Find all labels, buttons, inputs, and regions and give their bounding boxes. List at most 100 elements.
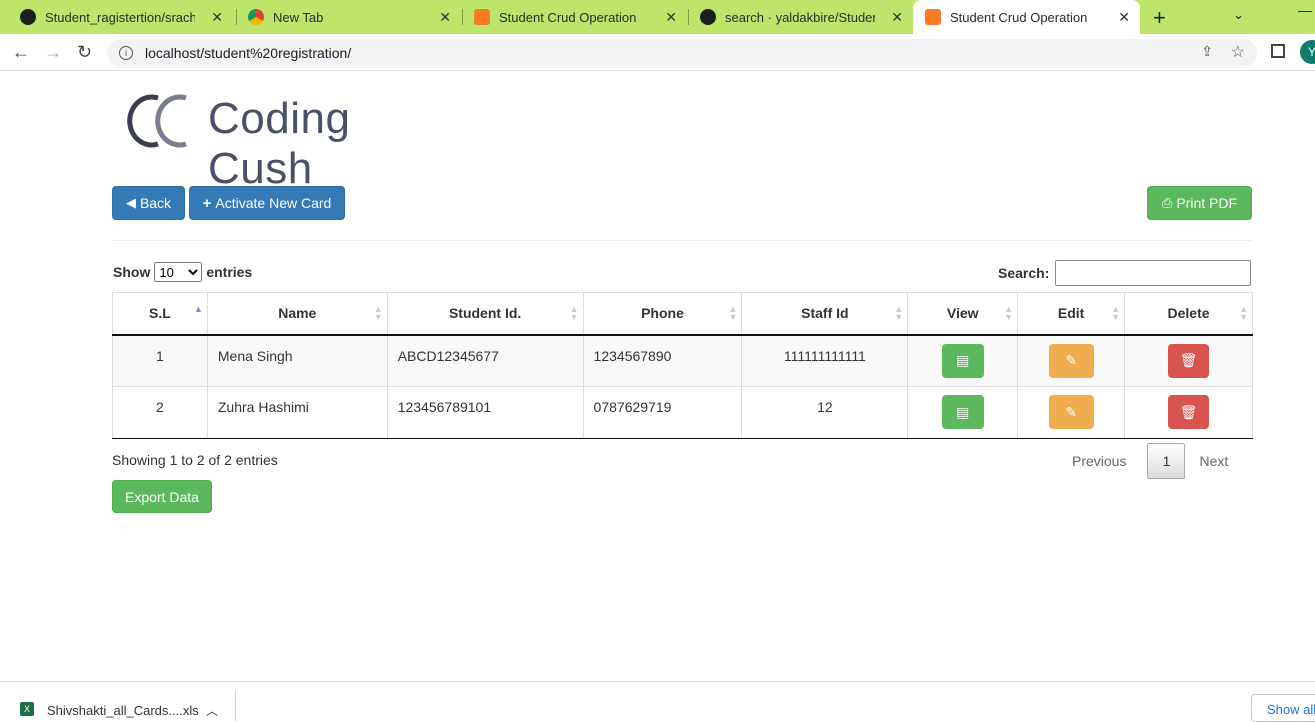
table-row: 2 Zuhra Hashimi 123456789101 0787629719 … xyxy=(112,386,1253,439)
activate-button-label: Activate New Card xyxy=(215,195,332,211)
new-tab-icon[interactable]: + xyxy=(1153,5,1166,31)
chrome-icon xyxy=(248,9,264,25)
column-header-phone[interactable]: Phone ▲ ▼ xyxy=(582,292,743,336)
id-card-icon: ▤ xyxy=(956,403,970,420)
id-card-icon: ▤ xyxy=(956,352,970,368)
chevron-up-icon[interactable]: ︿ xyxy=(206,702,218,719)
column-header-label: Delete xyxy=(1167,305,1210,322)
cell-view: ▤ xyxy=(907,334,1019,387)
sort-both-icon: ▲ ▼ xyxy=(569,304,579,322)
close-tab-icon[interactable]: ✕ xyxy=(439,9,451,26)
column-header-edit[interactable]: Edit ▲ ▼ xyxy=(1017,292,1126,336)
sort-both-icon: ▲ ▼ xyxy=(894,304,904,322)
edit-button[interactable]: ✎ xyxy=(1048,395,1094,429)
column-header-sl[interactable]: S.L ▲ xyxy=(112,292,208,336)
print-pdf-button[interactable]: ⎙ Print PDF xyxy=(1147,186,1252,220)
share-icon[interactable]: ⇪ xyxy=(1201,43,1213,60)
search-input[interactable] xyxy=(1055,260,1252,286)
close-tab-icon[interactable]: ✕ xyxy=(665,9,677,26)
cell-sl: 1 xyxy=(112,334,208,387)
cell-edit: ✎ xyxy=(1017,386,1126,439)
minimize-window-icon[interactable]: — xyxy=(1298,2,1312,18)
cell-delete: 🗑 xyxy=(1124,386,1253,439)
download-file-name[interactable]: Shivshakti_all_Cards....xls xyxy=(47,703,199,718)
column-header-name[interactable]: Name ▲ ▼ xyxy=(206,292,388,336)
edit-pencil-icon: ✎ xyxy=(1065,403,1077,420)
column-header-view[interactable]: View ▲ ▼ xyxy=(907,292,1019,336)
sort-both-icon: ▲ ▼ xyxy=(728,304,738,322)
export-data-button[interactable]: Export Data xyxy=(112,480,212,513)
view-button[interactable]: ▤ xyxy=(941,343,984,378)
back-button[interactable]: ◀ Back xyxy=(112,186,185,220)
back-arrow-icon[interactable]: ← xyxy=(12,42,30,63)
column-header-staff-id[interactable]: Staff Id ▲ ▼ xyxy=(741,292,909,336)
next-page-button[interactable]: Next xyxy=(1199,453,1228,469)
column-header-label: S.L xyxy=(149,305,171,322)
column-header-label: Staff Id xyxy=(801,305,849,322)
page-button-current[interactable]: 1 xyxy=(1147,443,1186,479)
cell-delete: 🗑 xyxy=(1124,334,1253,387)
xampp-icon xyxy=(474,9,490,25)
github-icon xyxy=(700,9,716,25)
tab-title: Student Crud Operation xyxy=(499,9,637,25)
tab-title: New Tab xyxy=(273,9,324,25)
logo-cc-icon xyxy=(127,94,187,148)
column-header-delete[interactable]: Delete ▲ ▼ xyxy=(1124,292,1253,336)
forward-arrow-icon[interactable]: → xyxy=(44,42,62,63)
column-header-label: Edit xyxy=(1057,305,1085,322)
browser-tab[interactable]: Student Crud Operation ✕ xyxy=(462,0,687,34)
reload-icon[interactable]: ↻ xyxy=(77,42,92,63)
page-length-select[interactable]: 10 xyxy=(154,262,203,282)
divider xyxy=(112,240,1252,241)
site-info-icon[interactable]: i xyxy=(119,46,133,60)
printer-icon: ⎙ xyxy=(1161,195,1173,210)
cell-edit: ✎ xyxy=(1017,334,1126,387)
pagination: Previous 1 Next xyxy=(1072,443,1228,479)
column-header-label: Phone xyxy=(641,305,684,322)
export-button-label: Export Data xyxy=(125,488,199,505)
edit-button[interactable]: ✎ xyxy=(1048,343,1094,378)
browser-tab-active[interactable]: Student Crud Operation ✕ xyxy=(913,0,1140,34)
sort-ascending-icon: ▲ xyxy=(193,304,203,314)
sort-both-icon: ▲ ▼ xyxy=(373,304,383,322)
cell-student-id: ABCD12345677 xyxy=(386,334,584,387)
delete-button[interactable]: 🗑 xyxy=(1168,395,1210,429)
circle-arrow-left-icon: ◀ xyxy=(125,195,136,210)
column-header-student-id[interactable]: Student Id. ▲ ▼ xyxy=(386,292,584,336)
close-tab-icon[interactable]: ✕ xyxy=(1118,9,1130,26)
xampp-icon xyxy=(925,9,941,25)
column-header-label: Student Id. xyxy=(448,305,522,322)
table-row: 1 Mena Singh ABCD12345677 1234567890 111… xyxy=(112,334,1253,387)
bookmark-star-icon[interactable]: ☆ xyxy=(1231,42,1245,62)
cell-staff-id: 12 xyxy=(741,386,909,439)
address-bar[interactable]: i localhost/student%20registration/ ⇪ ☆ xyxy=(107,39,1257,67)
browser-tab[interactable]: Student_ragistertion/srach.PNG ✕ xyxy=(8,0,233,34)
search-label: Search: xyxy=(998,265,1050,281)
tab-search-chevron-icon[interactable]: ⌄ xyxy=(1233,7,1244,23)
cell-name: Mena Singh xyxy=(206,334,388,387)
browser-tab[interactable]: New Tab ✕ xyxy=(236,0,461,34)
side-panel-icon[interactable] xyxy=(1271,44,1285,58)
cell-staff-id: 111111111111 xyxy=(741,334,909,387)
close-tab-icon[interactable]: ✕ xyxy=(891,9,903,26)
page-length-control: Show 10 entries xyxy=(113,262,252,282)
tab-title: Student_ragistertion/srach.PNG xyxy=(45,9,195,25)
close-tab-icon[interactable]: ✕ xyxy=(211,9,223,26)
entries-label: entries xyxy=(206,264,253,280)
show-all-downloads-button[interactable]: Show all xyxy=(1251,694,1315,722)
view-button[interactable]: ▤ xyxy=(941,395,984,429)
activate-new-card-button[interactable]: + Activate New Card xyxy=(189,186,345,220)
cell-name: Zuhra Hashimi xyxy=(206,386,388,439)
cell-view: ▤ xyxy=(907,386,1019,439)
browser-tab-strip: Student_ragistertion/srach.PNG ✕ New Tab… xyxy=(0,0,1315,34)
excel-file-icon: X xyxy=(20,702,34,716)
students-table: S.L ▲ Name ▲ ▼ Student Id. ▲ ▼ Phone ▲ ▼ St… xyxy=(112,292,1253,439)
cell-phone: 1234567890 xyxy=(582,334,743,387)
delete-button[interactable]: 🗑 xyxy=(1168,343,1210,378)
tab-title: search · yaldakbire/Student_ra... xyxy=(725,9,875,25)
browser-tab[interactable]: search · yaldakbire/Student_ra... ✕ xyxy=(688,0,913,34)
previous-page-button[interactable]: Previous xyxy=(1072,453,1126,469)
github-icon xyxy=(20,9,36,25)
profile-avatar[interactable]: Y xyxy=(1300,40,1315,64)
logo-text: Coding Cush xyxy=(208,94,351,193)
